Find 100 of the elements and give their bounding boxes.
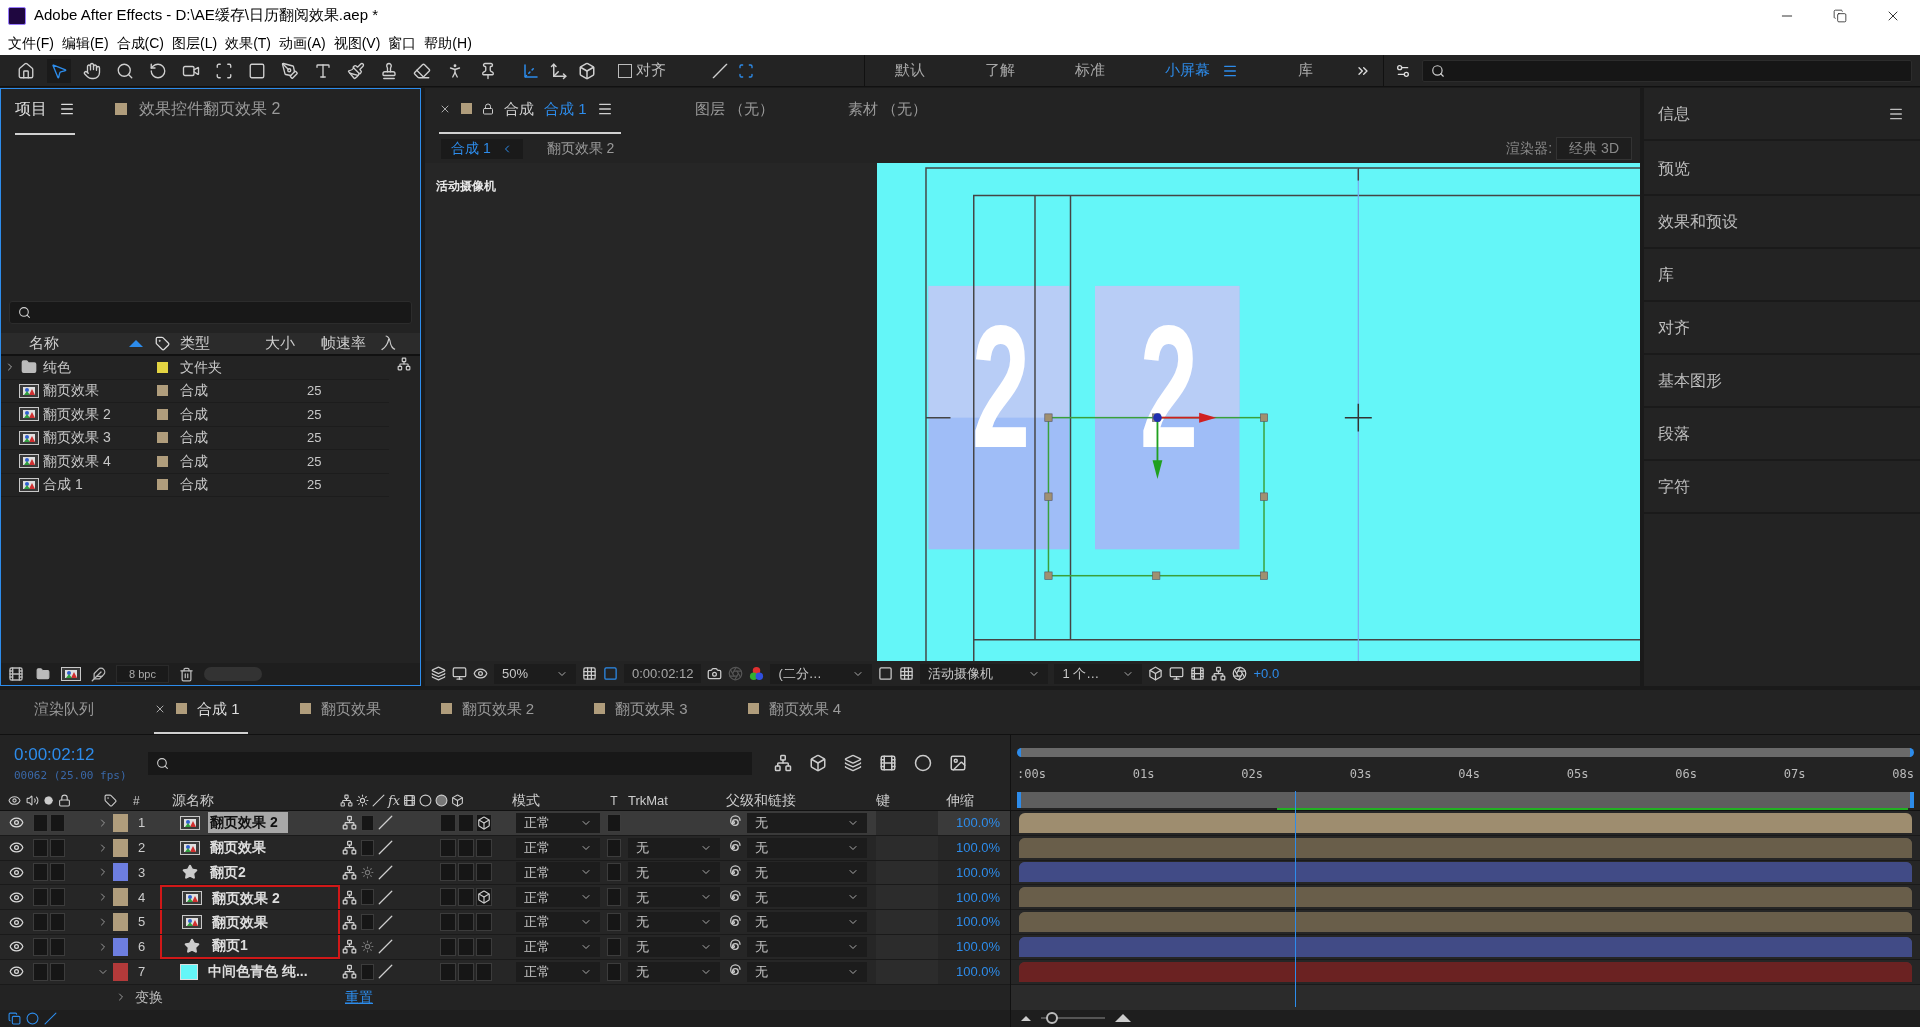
column-header[interactable]: # [128,791,160,810]
parent-dropdown[interactable]: 无 [747,862,867,883]
project-row[interactable]: 翻页效果 3 合成 25 [1,426,389,450]
mode-dropdown[interactable]: 正常 [516,812,600,833]
solo-toggle[interactable] [50,863,65,882]
preserve-transparency-toggle[interactable] [607,888,621,907]
mode-dropdown[interactable]: 正常 [516,961,600,982]
3d-icon[interactable] [451,794,465,807]
label-icon[interactable] [155,336,170,351]
parent-dropdown[interactable]: 无 [747,887,867,908]
column-header[interactable]: 帧速率 [321,332,381,355]
menu-item[interactable]: 窗口 [384,32,421,54]
solo-toggle[interactable] [50,913,65,932]
label-swatch[interactable] [113,813,128,832]
column-header[interactable]: TrkMat [628,790,726,811]
switch-toggle[interactable] [361,914,374,931]
layer-row[interactable]: 1 翻页效果 2 正常 无 100.0% [0,811,1010,836]
3d-layer-toggle[interactable] [476,888,492,907]
switch-toggle[interactable] [440,863,456,882]
workspace-tab[interactable]: 默认 [865,59,955,82]
rectangle-icon[interactable] [248,61,266,80]
panel-tab[interactable]: 项目 [15,97,75,135]
stretch-value[interactable]: 100.0% [938,961,1001,982]
3d-layer-toggle[interactable] [476,937,492,956]
search-field[interactable] [148,751,752,775]
switch-toggle[interactable] [458,962,474,981]
3d-layer-toggle[interactable] [476,838,492,857]
solo-toggle[interactable] [50,838,65,857]
align-checkbox[interactable] [618,63,632,78]
switch-toggle[interactable] [458,813,474,832]
3d-layer-toggle[interactable] [476,863,492,882]
project-row[interactable]: 合成 1 合成 25 [1,473,389,497]
panel-tab[interactable]: 效果控件翻页效果 2 [115,97,281,135]
snapping-icon[interactable] [738,62,754,79]
exposure-icon[interactable] [1232,666,1248,681]
layer-row[interactable]: 4 翻页效果 2 正常 无 无 100.0% [0,885,1010,911]
zoom-out-icon[interactable] [1021,1015,1031,1021]
switch-toggle[interactable] [440,913,456,932]
viewer-tab[interactable]: 素材 （无） [823,97,927,134]
workspace-tab[interactable]: 小屏幕 [1135,59,1268,82]
visibility-icon[interactable] [9,939,24,955]
stretch-value[interactable]: 100.0% [938,937,1001,957]
visibility-icon[interactable] [9,865,24,880]
mode-dropdown[interactable]: 正常 [516,912,600,933]
restore-icon[interactable] [1833,8,1847,23]
zoom-in-icon[interactable] [1115,1014,1131,1023]
panel-item[interactable]: 段落 [1644,408,1920,461]
layer-duration-bar[interactable] [1019,837,1912,858]
column-header[interactable]: 源名称 [160,790,340,811]
breadcrumb[interactable]: 翻页效果 2 [536,138,625,159]
menu-item[interactable]: 合成(C) [112,32,168,54]
panel-item[interactable]: 预览 [1644,143,1920,196]
track-matte-dropdown[interactable]: 无 [628,961,720,982]
panel-item[interactable]: 基本图形 [1644,355,1920,408]
type-icon[interactable] [314,61,332,80]
parent-dropdown[interactable]: 无 [747,912,867,933]
draft-3d-icon[interactable] [809,754,827,772]
menu-item[interactable]: 图层(L) [168,32,222,54]
parent-dropdown[interactable]: 无 [747,812,867,833]
layer-name[interactable]: 翻页效果 [208,837,268,859]
panel-item[interactable]: 对齐 [1644,302,1920,355]
trash-icon[interactable] [178,666,194,682]
timeline-tab[interactable]: 翻页效果 [299,697,389,734]
layer-row[interactable]: 5 翻页效果 正常 无 无 100.0% [0,910,1010,935]
slider-thumb[interactable] [1046,1012,1059,1025]
switch-toggle[interactable] [458,937,474,956]
label-swatch[interactable] [113,838,128,857]
world-axis-icon[interactable] [550,61,568,80]
column-header[interactable]: 父级和链接 [726,790,876,811]
lock-icon[interactable] [482,102,494,115]
track-matte-dropdown[interactable]: 无 [628,936,720,957]
3d-layer-toggle[interactable] [476,962,492,981]
project-row[interactable]: 翻页效果 4 合成 25 [1,450,389,474]
visibility-icon[interactable] [9,964,24,980]
layer-duration-bar[interactable] [1019,812,1912,833]
layers-icon[interactable] [431,666,446,681]
eraser-icon[interactable] [413,61,431,80]
column-header[interactable]: 模式 [512,790,600,811]
label-swatch[interactable] [113,962,128,981]
layer-name[interactable]: 翻页效果 [210,911,270,933]
audio-toggle[interactable] [33,962,48,981]
timeline-tab[interactable]: 翻页效果 2 [440,697,543,734]
layer-duration-bar[interactable] [1019,912,1912,933]
preserve-transparency-toggle[interactable] [607,838,621,857]
label-swatch[interactable] [113,888,128,907]
solo-icon[interactable] [44,796,53,805]
3d-layer-toggle[interactable] [476,813,492,832]
visibility-icon[interactable] [9,914,24,930]
switch-toggle[interactable] [440,838,456,857]
composition-flowchart-icon[interactable] [774,754,792,772]
search-field[interactable] [1422,59,1912,82]
reset-link[interactable]: 重置 [345,986,373,1008]
axis-icon[interactable] [522,61,540,80]
preserve-transparency-toggle[interactable] [607,913,621,932]
layer-row[interactable]: 2 翻页效果 正常 无 无 100.0% [0,835,1010,861]
visibility-icon[interactable] [9,840,24,856]
menu-item[interactable]: 视图(V) [329,32,385,54]
stretch-value[interactable]: 100.0% [938,887,1001,908]
column-header[interactable]: T [600,791,628,810]
3d-layer-toggle[interactable] [476,913,492,932]
